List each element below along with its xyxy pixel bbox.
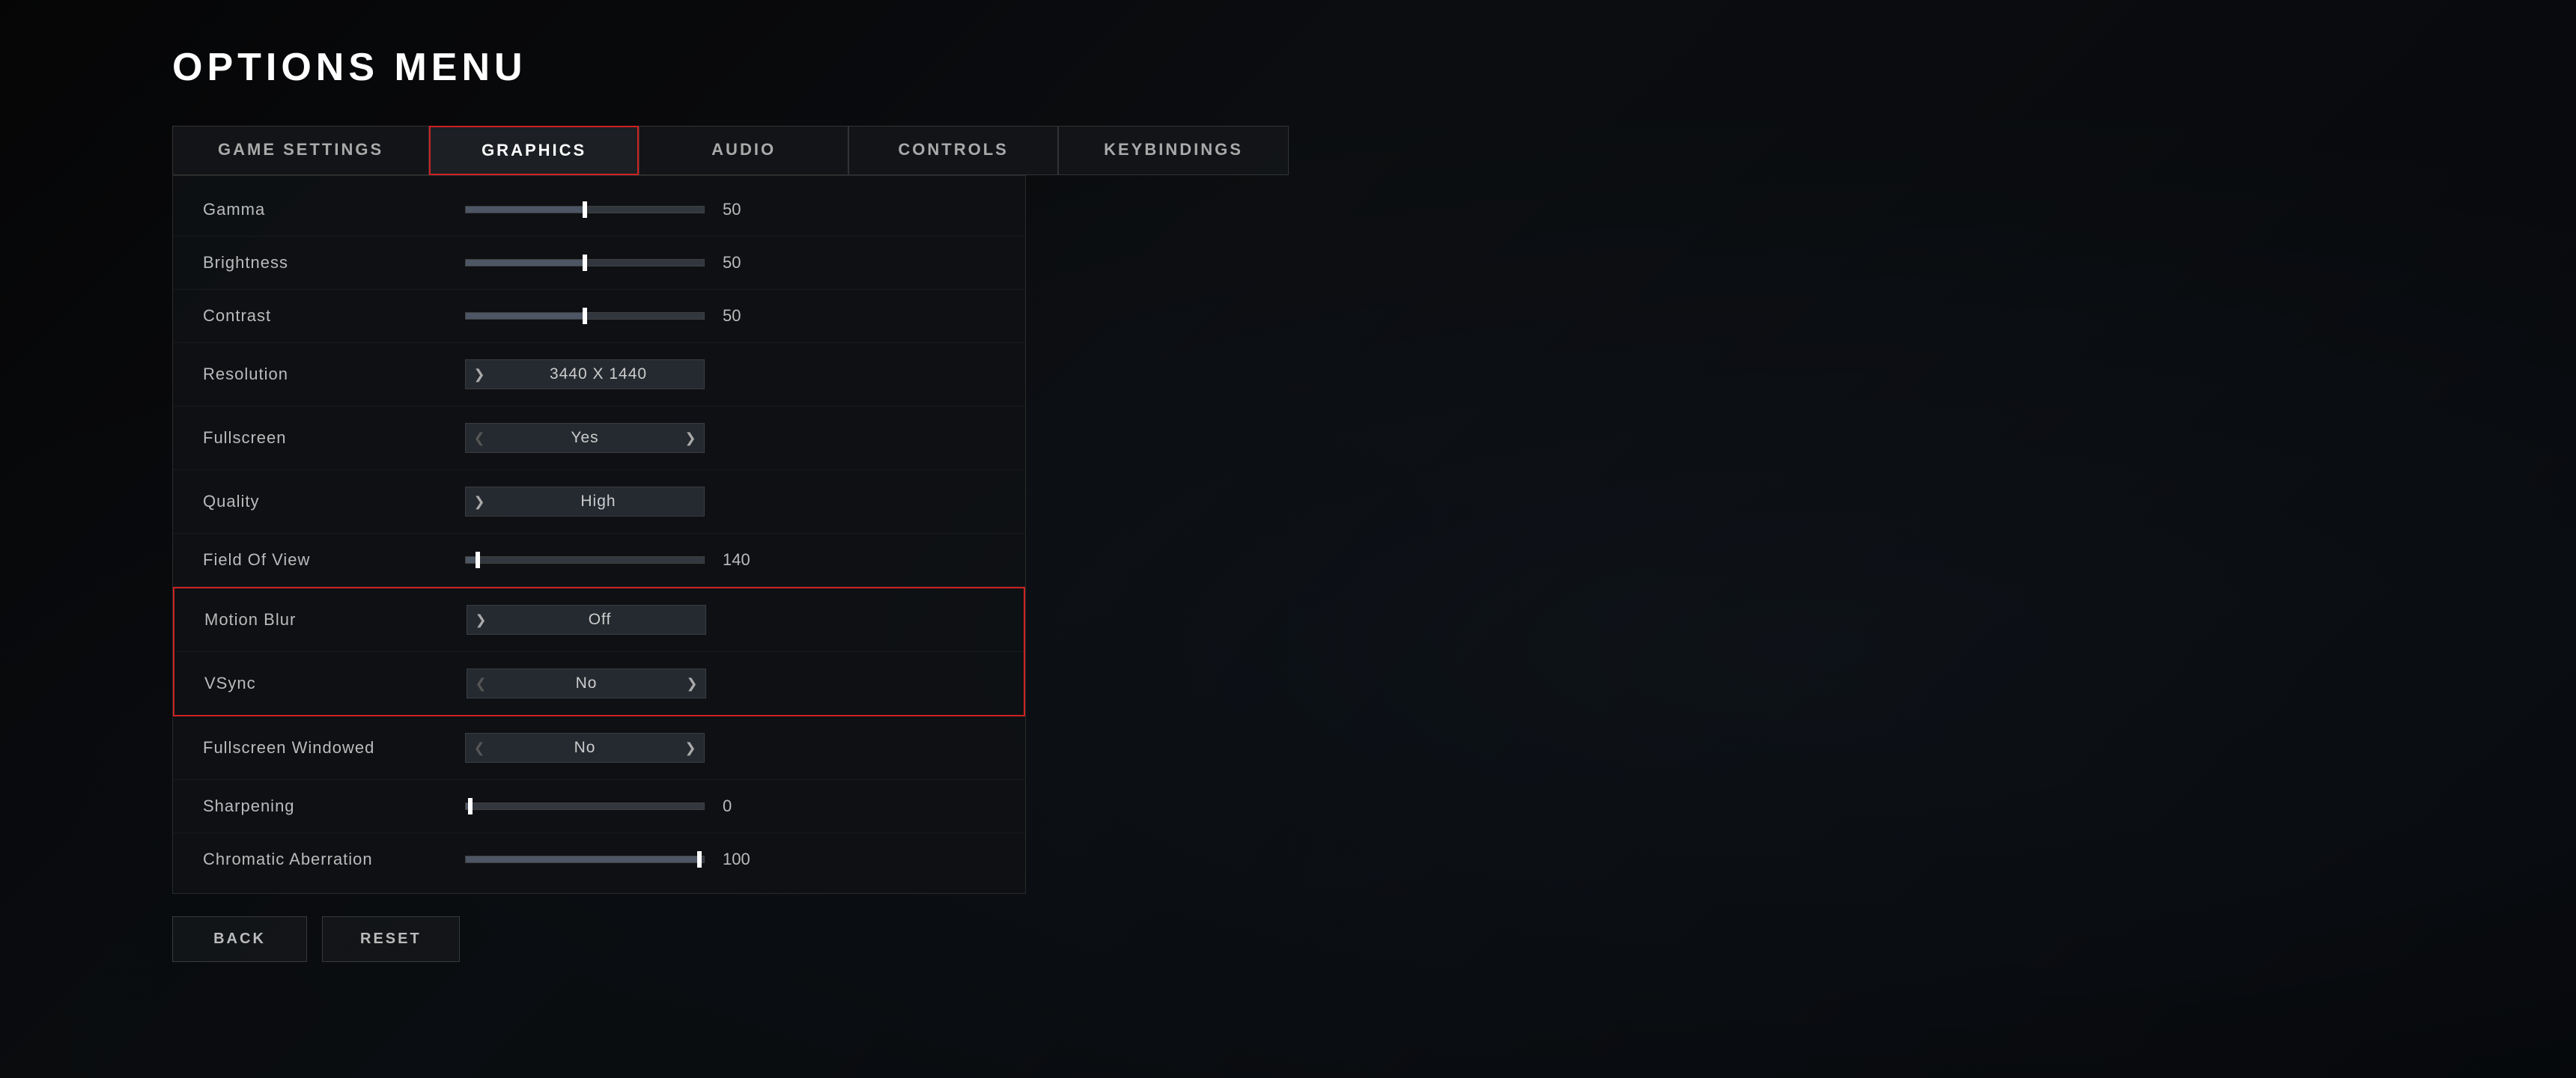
setting-resolution-control: ❯ 3440 X 1440 [465,359,839,389]
resolution-arrow-right[interactable]: ❯ [466,360,493,389]
setting-sharpening-control: 0 [465,797,839,816]
setting-brightness-label: Brightness [203,253,465,272]
gamma-value: 50 [723,200,768,219]
tab-bar: GAME SETTINGS GRAPHICS AUDIO CONTROLS KE… [172,126,2576,175]
fullscreen-windowed-arrow-left[interactable]: ❮ [466,734,493,762]
setting-resolution-label: Resolution [203,365,465,384]
setting-quality-control: ❯ High [465,487,839,517]
setting-vsync-label: VSync [204,674,467,693]
vsync-arrow-right[interactable]: ❯ [678,669,705,698]
chromatic-aberration-value: 100 [723,850,768,869]
setting-motion-blur-control: ❯ Off [467,605,841,635]
setting-motion-blur: Motion Blur ❯ Off [174,588,1024,652]
setting-fov-control: 140 [465,550,839,570]
main-content: OPTIONS MENU GAME SETTINGS GRAPHICS AUDI… [0,0,2576,962]
setting-sharpening: Sharpening 0 [173,780,1025,833]
motion-blur-value: Off [494,611,705,629]
setting-fullscreen-control: ❮ Yes ❯ [465,423,839,453]
chromatic-aberration-slider-fill [466,856,699,862]
fov-slider-thumb[interactable] [476,552,480,568]
sharpening-slider-track[interactable] [465,803,705,810]
sharpening-slider-thumb[interactable] [468,798,473,814]
vsync-selector: ❮ No ❯ [467,669,706,698]
fov-slider-track[interactable] [465,556,705,564]
fullscreen-selector: ❮ Yes ❯ [465,423,705,453]
tab-audio[interactable]: AUDIO [639,126,848,175]
sharpening-value: 0 [723,797,768,816]
reset-button[interactable]: RESET [322,916,460,962]
quality-selector: ❯ High [465,487,705,517]
setting-gamma: Gamma 50 [173,183,1025,237]
tab-game-settings[interactable]: GAME SETTINGS [172,126,429,175]
settings-panel: Gamma 50 Brightness 50 Contrast [172,175,1026,894]
setting-gamma-label: Gamma [203,200,465,219]
gamma-slider-fill [466,207,585,213]
back-button[interactable]: BACK [172,916,307,962]
contrast-value: 50 [723,306,768,326]
tab-graphics[interactable]: GRAPHICS [429,126,639,175]
motion-blur-arrow-right[interactable]: ❯ [467,606,494,634]
brightness-slider-fill [466,260,585,266]
resolution-value: 3440 X 1440 [493,365,704,383]
contrast-slider-track[interactable] [465,312,705,320]
setting-fullscreen-label: Fullscreen [203,428,465,448]
fullscreen-value: Yes [493,429,677,447]
setting-vsync-control: ❮ No ❯ [467,669,841,698]
setting-motion-blur-label: Motion Blur [204,610,467,630]
chromatic-aberration-slider-track[interactable] [465,856,705,863]
brightness-slider-track[interactable] [465,259,705,267]
setting-fullscreen-windowed-control: ❮ No ❯ [465,733,839,763]
contrast-slider-thumb[interactable] [583,308,587,324]
gamma-slider-thumb[interactable] [583,201,587,218]
setting-fov-label: Field Of View [203,550,465,570]
quality-value: High [493,493,704,511]
setting-chromatic-aberration: Chromatic Aberration 100 [173,833,1025,886]
fullscreen-windowed-value: No [493,739,677,757]
fullscreen-arrow-right[interactable]: ❯ [677,424,704,452]
resolution-selector: ❯ 3440 X 1440 [465,359,705,389]
setting-brightness: Brightness 50 [173,237,1025,290]
setting-gamma-control: 50 [465,200,839,219]
setting-quality-label: Quality [203,492,465,511]
setting-fov: Field Of View 140 [173,534,1025,587]
setting-fullscreen-windowed: Fullscreen Windowed ❮ No ❯ [173,716,1025,780]
tab-keybindings[interactable]: KEYBINDINGS [1058,126,1289,175]
fov-value: 140 [723,550,768,570]
brightness-value: 50 [723,253,768,272]
setting-sharpening-label: Sharpening [203,797,465,816]
setting-vsync: VSync ❮ No ❯ [174,652,1024,715]
setting-fullscreen: Fullscreen ❮ Yes ❯ [173,406,1025,470]
setting-fullscreen-windowed-label: Fullscreen Windowed [203,738,465,758]
fullscreen-windowed-selector: ❮ No ❯ [465,733,705,763]
setting-quality: Quality ❯ High [173,470,1025,534]
vsync-arrow-left[interactable]: ❮ [467,669,494,698]
vsync-value: No [494,674,678,692]
tab-controls[interactable]: CONTROLS [848,126,1058,175]
setting-contrast-control: 50 [465,306,839,326]
setting-resolution: Resolution ❯ 3440 X 1440 [173,343,1025,406]
gamma-slider-track[interactable] [465,206,705,213]
setting-brightness-control: 50 [465,253,839,272]
page-title: OPTIONS MENU [172,45,2576,90]
setting-chromatic-aberration-control: 100 [465,850,839,869]
highlighted-settings-group: Motion Blur ❯ Off VSync ❮ No ❯ [173,587,1025,716]
setting-contrast-label: Contrast [203,306,465,326]
setting-contrast: Contrast 50 [173,290,1025,343]
bottom-buttons: BACK RESET [172,916,2576,962]
fullscreen-windowed-arrow-right[interactable]: ❯ [677,734,704,762]
quality-arrow-right[interactable]: ❯ [466,487,493,516]
fullscreen-arrow-left[interactable]: ❮ [466,424,493,452]
chromatic-aberration-slider-thumb[interactable] [697,851,702,868]
motion-blur-selector: ❯ Off [467,605,706,635]
brightness-slider-thumb[interactable] [583,255,587,271]
contrast-slider-fill [466,313,585,319]
setting-chromatic-aberration-label: Chromatic Aberration [203,850,465,869]
